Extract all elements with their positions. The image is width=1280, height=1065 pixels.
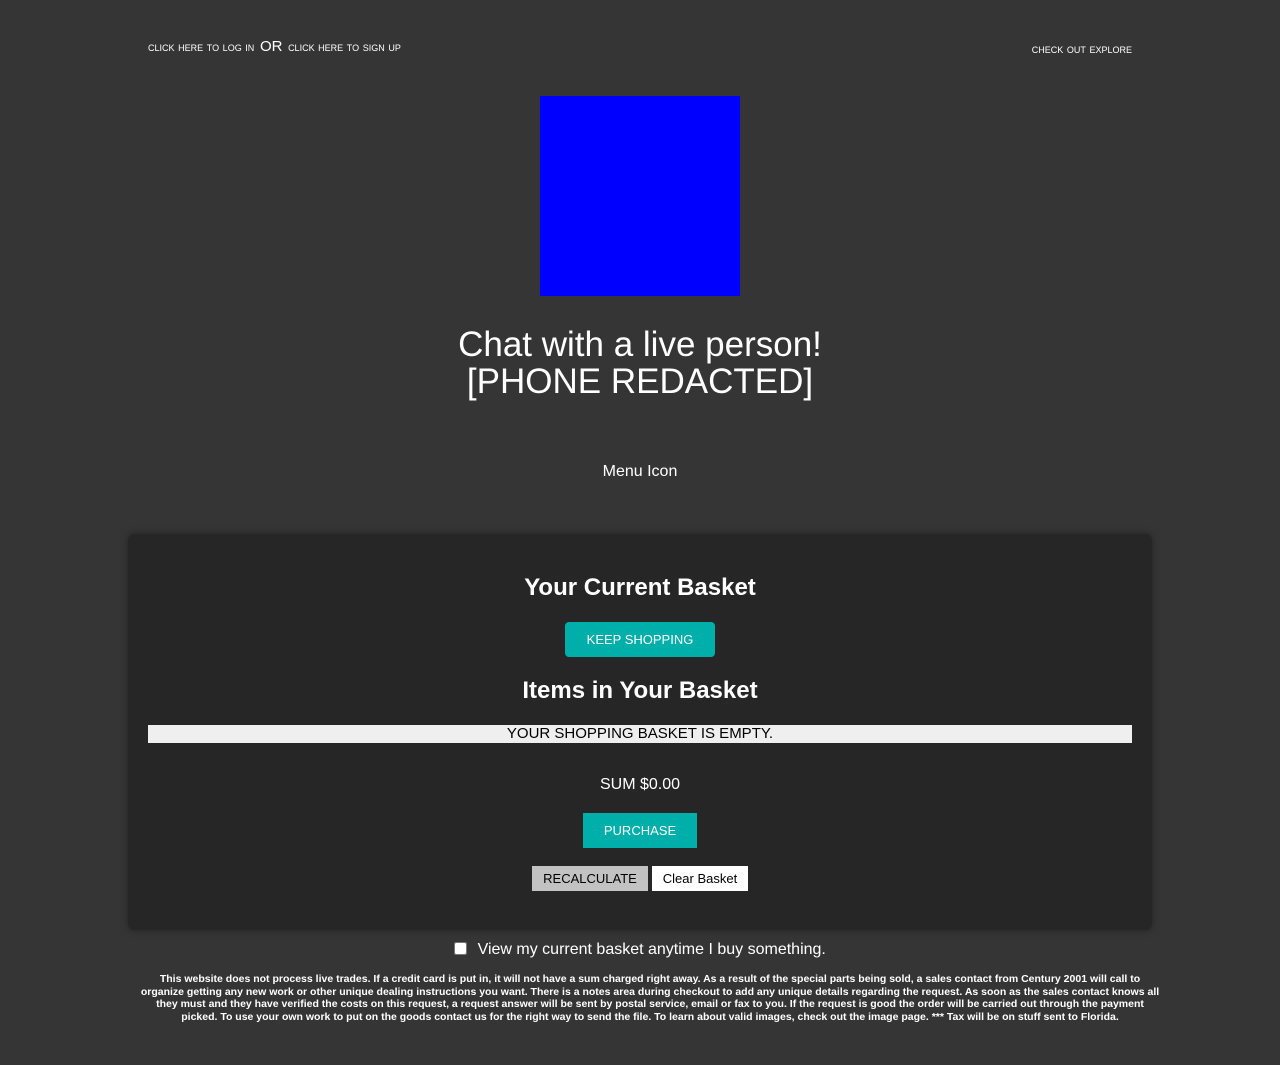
disclaimer-text: This website does not process live trade… <box>140 973 1160 1023</box>
basket-items-title: Items in Your Basket <box>522 677 758 704</box>
menu-icon[interactable]: Menu Icon <box>0 463 1280 481</box>
basket-panel: Your Current Basket KEEP SHOPPING Items … <box>128 534 1152 930</box>
recalculate-button[interactable]: RECALCULATE <box>532 866 648 891</box>
login-link[interactable]: click here to log in <box>148 39 254 54</box>
top-bar: click here to log in OR click here to si… <box>148 38 1132 58</box>
view-basket-checkbox[interactable] <box>454 942 468 955</box>
keep-shopping-button[interactable]: KEEP SHOPPING <box>565 622 715 657</box>
empty-basket-message: YOUR SHOPPING BASKET IS EMPTY. <box>148 725 1132 743</box>
explore-link[interactable]: check out explore <box>1032 41 1132 56</box>
chat-title: Chat with a live person! <box>458 325 822 364</box>
chat-phone: [PHONE REDACTED] <box>466 362 814 401</box>
live-chat-banner: Chat with a live person! [PHONE REDACTED… <box>0 326 1280 400</box>
signup-link[interactable]: click here to sign up <box>288 39 401 54</box>
basket-sum: SUM $0.00 <box>599 776 681 793</box>
account-links: click here to log in OR click here to si… <box>148 38 401 55</box>
clear-basket-button[interactable]: Clear Basket <box>652 866 748 891</box>
site-logo[interactable] <box>540 96 740 296</box>
or-separator: OR <box>259 38 283 55</box>
basket-title: Your Current Basket <box>524 574 756 601</box>
purchase-button[interactable]: PURCHASE <box>583 813 697 848</box>
view-basket-label: View my current basket anytime I buy som… <box>477 941 826 958</box>
view-basket-option: View my current basket anytime I buy som… <box>0 941 1280 959</box>
